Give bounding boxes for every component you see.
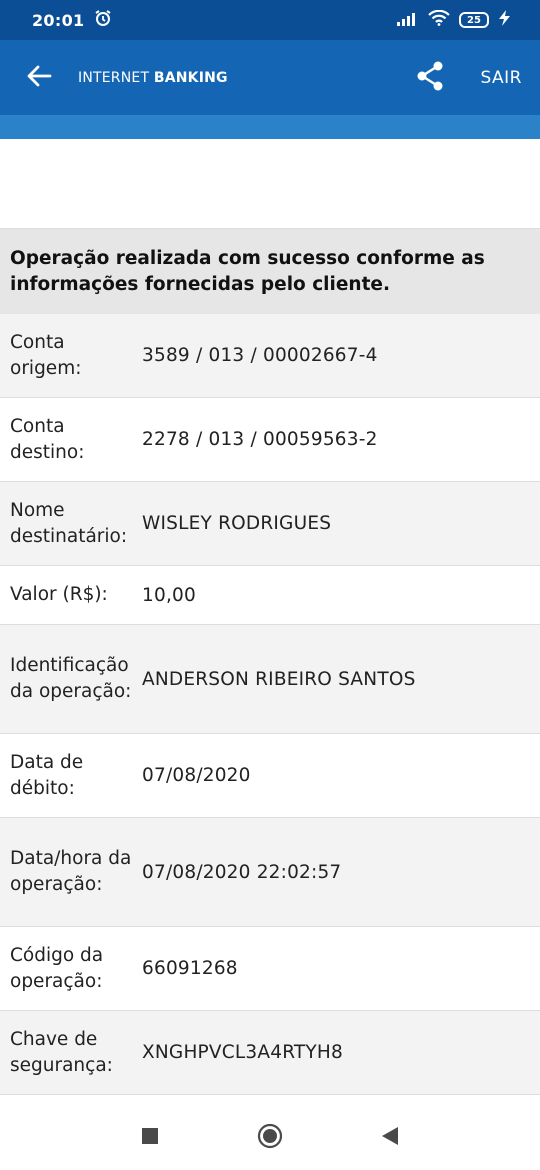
- row-label: Data de débito:: [10, 751, 84, 799]
- receipt-row-operation-id: Identificação da operação: ANDERSON RIBE…: [0, 625, 540, 734]
- back-triangle-icon: [381, 1126, 399, 1150]
- row-label: Data/hora da operação:: [10, 848, 132, 895]
- status-time: 20:01: [32, 10, 85, 30]
- alarm-icon: [94, 9, 112, 31]
- row-value: 3589 / 013 / 00002667-4: [142, 345, 378, 366]
- recents-button[interactable]: [134, 1122, 166, 1154]
- receipt-row-amount: Valor (R$): 10,00: [0, 566, 540, 625]
- receipt-row-security-key: Chave de segurança: XNGHPVCL3A4RTYH8: [0, 1011, 540, 1095]
- receipt-row-destination-account: Conta destino: 2278 / 013 / 00059563-2: [0, 398, 540, 482]
- battery-icon: 25: [459, 12, 489, 28]
- row-value: 07/08/2020 22:02:57: [142, 861, 342, 883]
- system-nav-bar: [0, 1105, 540, 1170]
- status-bar: 20:01 25: [0, 0, 540, 40]
- accent-strip: [0, 115, 540, 139]
- row-label: Conta origem:: [10, 331, 82, 379]
- back-arrow-button[interactable]: [0, 40, 78, 115]
- receipt-row-operation-datetime: Data/hora da operação: 07/08/2020 22:02:…: [0, 818, 540, 927]
- row-label: Conta destino:: [10, 415, 85, 463]
- signal-icon: [397, 11, 419, 30]
- wifi-icon: [428, 9, 450, 30]
- home-circle-icon: [257, 1123, 283, 1153]
- app-bar: INTERNET BANKING SAIR: [0, 40, 540, 115]
- app-title-light: INTERNET: [78, 70, 154, 86]
- row-label: Identificação da operação:: [10, 655, 132, 702]
- row-value: 66091268: [142, 958, 238, 979]
- share-button[interactable]: [400, 40, 460, 115]
- home-button[interactable]: [254, 1122, 286, 1154]
- receipt-panel: Operação realizada com sucesso conforme …: [0, 228, 540, 1095]
- charging-icon: [498, 10, 512, 30]
- row-label: Código da operação:: [10, 944, 104, 992]
- receipt-row-operation-code: Código da operação: 66091268: [0, 927, 540, 1011]
- share-icon: [416, 61, 444, 95]
- row-value: WISLEY RODRIGUES: [142, 513, 332, 534]
- row-label: Nome destinatário:: [10, 499, 128, 547]
- row-value: XNGHPVCL3A4RTYH8: [142, 1042, 343, 1063]
- row-label: Valor (R$):: [10, 584, 108, 605]
- receipt-row-source-account: Conta origem: 3589 / 013 / 00002667-4: [0, 314, 540, 398]
- row-value: 10,00: [142, 584, 196, 606]
- success-message: Operação realizada com sucesso conforme …: [0, 228, 540, 314]
- back-arrow-icon: [26, 64, 52, 92]
- row-value: 07/08/2020: [142, 765, 251, 786]
- recents-square-icon: [141, 1127, 159, 1149]
- receipt-row-recipient-name: Nome destinatário: WISLEY RODRIGUES: [0, 482, 540, 566]
- row-label: Chave de segurança:: [10, 1028, 113, 1076]
- battery-level: 25: [467, 14, 481, 26]
- app-title: INTERNET BANKING: [78, 69, 400, 86]
- row-value: ANDERSON RIBEIRO SANTOS: [142, 668, 416, 690]
- app-title-bold: BANKING: [153, 70, 228, 86]
- system-back-button[interactable]: [374, 1122, 406, 1154]
- exit-button[interactable]: SAIR: [474, 40, 540, 115]
- receipt-row-debit-date: Data de débito: 07/08/2020: [0, 734, 540, 818]
- row-value: 2278 / 013 / 00059563-2: [142, 429, 378, 450]
